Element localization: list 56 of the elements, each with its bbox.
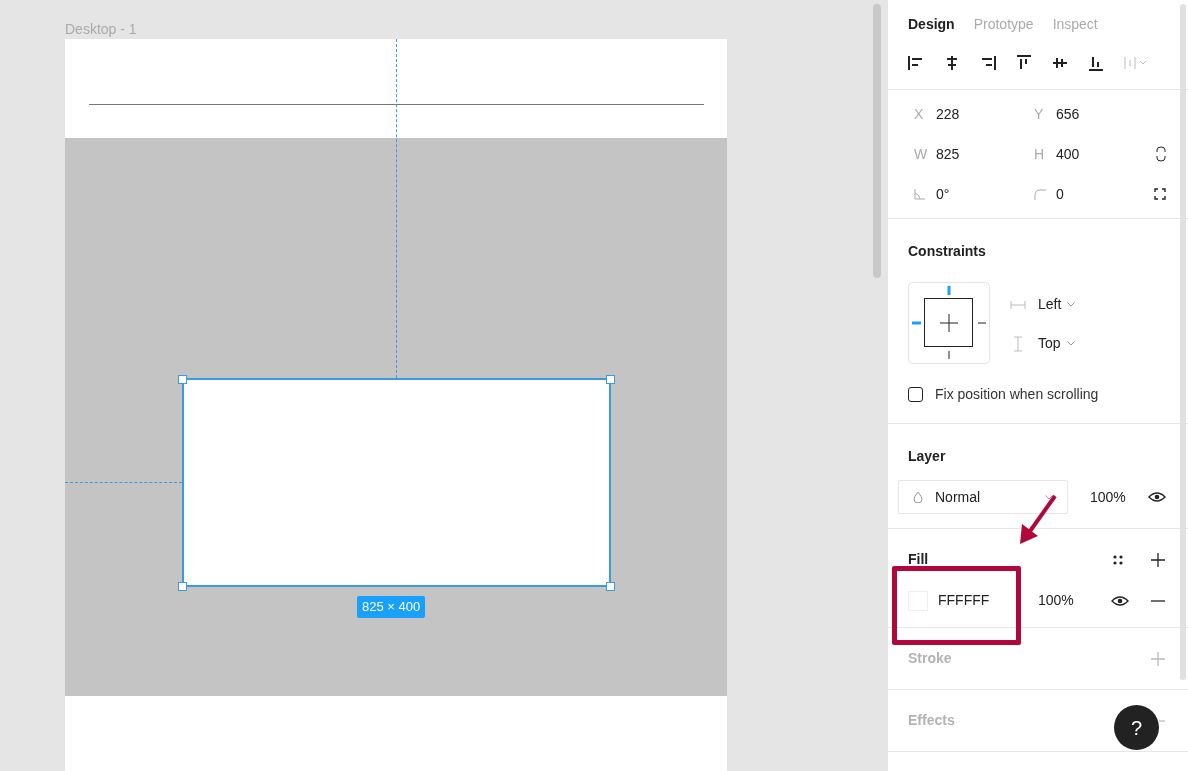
align-icon[interactable]: [908, 55, 924, 71]
align-icon[interactable]: [980, 55, 996, 71]
minus-icon[interactable]: [1151, 599, 1165, 602]
field-value[interactable]: 0°: [936, 183, 950, 205]
field-value[interactable]: 656: [1056, 103, 1080, 125]
align-icon[interactable]: [944, 55, 960, 71]
field-label: X: [914, 104, 925, 124]
align-icon[interactable]: [1016, 55, 1032, 71]
vertical-constraint-dropdown[interactable]: Top: [1038, 333, 1075, 354]
blend-mode-dropdown[interactable]: Normal: [898, 480, 1068, 514]
expand-icon[interactable]: [1154, 188, 1166, 200]
link-icon[interactable]: [1156, 146, 1166, 162]
align-icon[interactable]: [1052, 55, 1068, 71]
scrollbar[interactable]: [873, 4, 881, 278]
chevron-down-icon: [1045, 494, 1053, 500]
field-label: H: [1034, 144, 1046, 164]
resize-handle[interactable]: [606, 582, 615, 591]
resize-handle[interactable]: [178, 375, 187, 384]
field-value[interactable]: 400: [1056, 143, 1080, 165]
annotation-arrow: [1018, 494, 1058, 546]
field-value[interactable]: 0: [1056, 183, 1064, 205]
field-label: W: [914, 144, 926, 164]
horizontal-constraint-icon: [1010, 299, 1026, 310]
size-label: 825 × 400: [357, 596, 426, 618]
corner-radius-icon: [1034, 188, 1046, 200]
chevron-down-icon: [1067, 302, 1076, 307]
constraint-diagram[interactable]: [908, 282, 990, 364]
plus-icon[interactable]: [1151, 552, 1165, 567]
styles-icon[interactable]: [1112, 553, 1124, 566]
field-label: Y: [1034, 104, 1045, 124]
resize-handle[interactable]: [178, 582, 187, 591]
field-value[interactable]: 825: [936, 143, 960, 165]
horizontal-constraint-dropdown[interactable]: Left: [1038, 294, 1076, 315]
frame-title: Desktop - 1: [65, 20, 137, 39]
color-hex-value[interactable]: FFFFFF: [938, 590, 1038, 611]
section-title: Stroke: [908, 649, 952, 668]
angle-icon: [914, 188, 926, 200]
opacity-value[interactable]: 100%: [1090, 486, 1126, 508]
help-button[interactable]: ?: [1114, 705, 1159, 750]
drop-icon: [913, 491, 923, 503]
align-icon[interactable]: [1088, 55, 1104, 71]
scrollbar[interactable]: [1180, 4, 1186, 680]
section-title: Constraints: [908, 242, 987, 261]
section-title: Effects: [908, 711, 955, 730]
section-title: Fill: [908, 550, 929, 569]
selected-rectangle[interactable]: [182, 378, 611, 587]
checkbox[interactable]: [908, 387, 923, 402]
eye-icon[interactable]: [1111, 594, 1129, 607]
fill-opacity-value[interactable]: 100%: [1038, 590, 1074, 611]
section-title: Layer: [907, 447, 947, 466]
field-value[interactable]: 228: [936, 103, 960, 125]
chevron-down-icon: [1066, 341, 1075, 346]
checkbox-label: Fix position when scrolling: [935, 385, 1099, 404]
resize-handle[interactable]: [606, 375, 615, 384]
panel-tab[interactable]: Design: [908, 14, 955, 35]
eye-icon[interactable]: [1148, 491, 1166, 503]
